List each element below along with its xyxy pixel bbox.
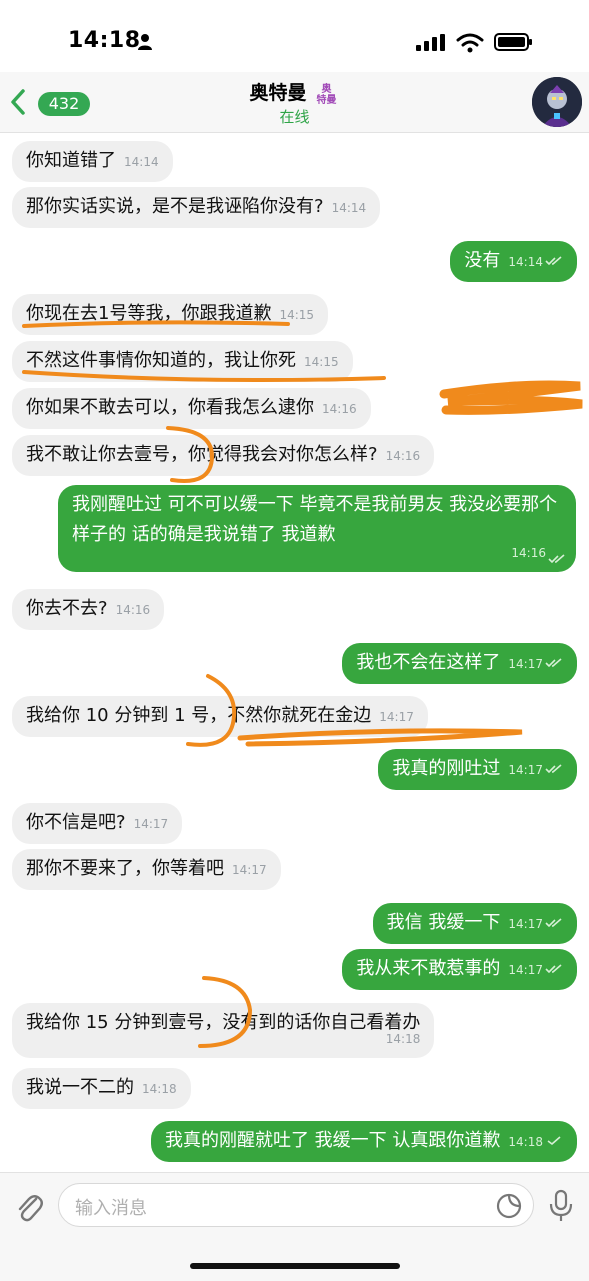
message-bubble-in: 我不敢让你去壹号，你觉得我会对你怎么样? 14:16 <box>12 435 435 476</box>
message-bubble: 你知道错了 14:14 <box>12 141 173 182</box>
message-time: 14:17 <box>508 963 543 977</box>
avatar-image <box>532 77 582 127</box>
message-time: 14:16 <box>115 603 151 617</box>
message-time: 14:16 <box>322 402 357 416</box>
message-time: 14:16 <box>511 546 546 560</box>
message-time: 14:17 <box>232 863 267 877</box>
sticker-icon[interactable] <box>495 1192 523 1220</box>
message-time: 14:18 <box>142 1082 177 1096</box>
message-time: 14:18 <box>385 1032 421 1046</box>
contact-tag: 奥特曼 <box>316 83 337 106</box>
check-icon <box>547 1136 561 1146</box>
double-check-icon <box>545 764 562 774</box>
message-bubble-out: 我真的刚吐过 14:17 <box>378 749 577 790</box>
chat-header: 432 奥特曼 奥特曼 在线 <box>0 72 589 133</box>
message-bubble-out: 我刚醒吐过 可不可以缓一下 毕竟不是我前男友 我没必要那个样子的 话的确是我说错… <box>58 485 576 572</box>
signal-icon <box>416 34 445 51</box>
status-bar: 14:18 <box>0 0 589 80</box>
home-indicator <box>190 1263 400 1269</box>
message-time: 14:17 <box>508 917 543 931</box>
message-bubble-out: 我真的刚醒就吐了 我缓一下 认真跟你道歉 14:18 <box>150 1121 577 1162</box>
attach-icon[interactable] <box>14 1189 44 1223</box>
wifi-icon <box>456 33 484 53</box>
message-time: 14:14 <box>124 155 159 169</box>
message-list: 你知道错了 14:14 那你实话实说，是不是我诬陷你没有? 14:14 没有 14:1… <box>0 133 589 1173</box>
contact-name: 奥特曼 <box>249 82 307 104</box>
double-check-icon <box>545 964 562 974</box>
message-bubble-in: 我给你 15 分钟到壹号，没有到的话你自己看着办 14:18 <box>12 1003 435 1058</box>
message-time: 14:18 <box>508 1135 543 1149</box>
avatar[interactable] <box>532 77 582 127</box>
message-bubble-in: 我说一不二的 14:18 <box>12 1068 191 1109</box>
message-input[interactable]: 输入消息 <box>58 1183 534 1227</box>
message-time: 14:14 <box>331 201 367 215</box>
message-bubble-in: 我给你 10 分钟到 1 号，不然你就死在金边 14:17 <box>12 696 428 737</box>
mic-icon[interactable] <box>548 1189 574 1223</box>
contact-status: 在线 <box>279 108 310 126</box>
message-bubble-in: 你如果不敢去可以，你看我怎么逮你 14:16 <box>12 388 371 429</box>
message-time: 14:14 <box>508 255 543 269</box>
message-bubble-in: 你现在去1号等我，你跟我道歉 14:15 <box>12 294 329 335</box>
message-bubble-out: 没有 14:14 <box>450 241 577 282</box>
message-time: 14:17 <box>508 763 543 777</box>
composer-bar: 输入消息 <box>0 1172 589 1281</box>
message-time: 14:15 <box>279 308 315 322</box>
message-time: 14:15 <box>304 355 339 369</box>
message-bubble-in: 你去不去? 14:16 <box>12 589 165 630</box>
double-check-icon <box>548 554 565 564</box>
status-time: 14:18 <box>68 28 141 53</box>
double-check-icon <box>545 658 562 668</box>
message-time: 14:17 <box>379 710 414 724</box>
message-bubble-in: 你知道错了 14:14 <box>12 141 173 182</box>
message-bubble-out: 我从来不敢惹事的 14:17 <box>342 949 577 990</box>
double-check-icon <box>545 918 562 928</box>
message-bubble-in: 不然这件事情你知道的，我让你死 14:15 <box>12 341 353 382</box>
double-check-icon <box>545 256 562 266</box>
message-time: 14:16 <box>385 449 421 463</box>
message-input-placeholder: 输入消息 <box>75 1198 147 1219</box>
message-bubble-out: 我也不会在这样了 14:17 <box>342 643 577 684</box>
message-time: 14:17 <box>508 657 543 671</box>
message-bubble-in: 你不信是吧? 14:17 <box>12 803 183 844</box>
battery-icon <box>494 33 532 51</box>
message-time: 14:17 <box>133 817 169 831</box>
chat-title[interactable]: 奥特曼 奥特曼 <box>0 78 589 106</box>
person-icon <box>138 34 152 50</box>
message-bubble-in: 那你实话实说，是不是我诬陷你没有? 14:14 <box>12 187 381 228</box>
message-bubble-out: 我信 我缓一下 14:17 <box>372 903 577 944</box>
message-bubble-in: 那你不要来了，你等着吧 14:17 <box>12 849 281 890</box>
